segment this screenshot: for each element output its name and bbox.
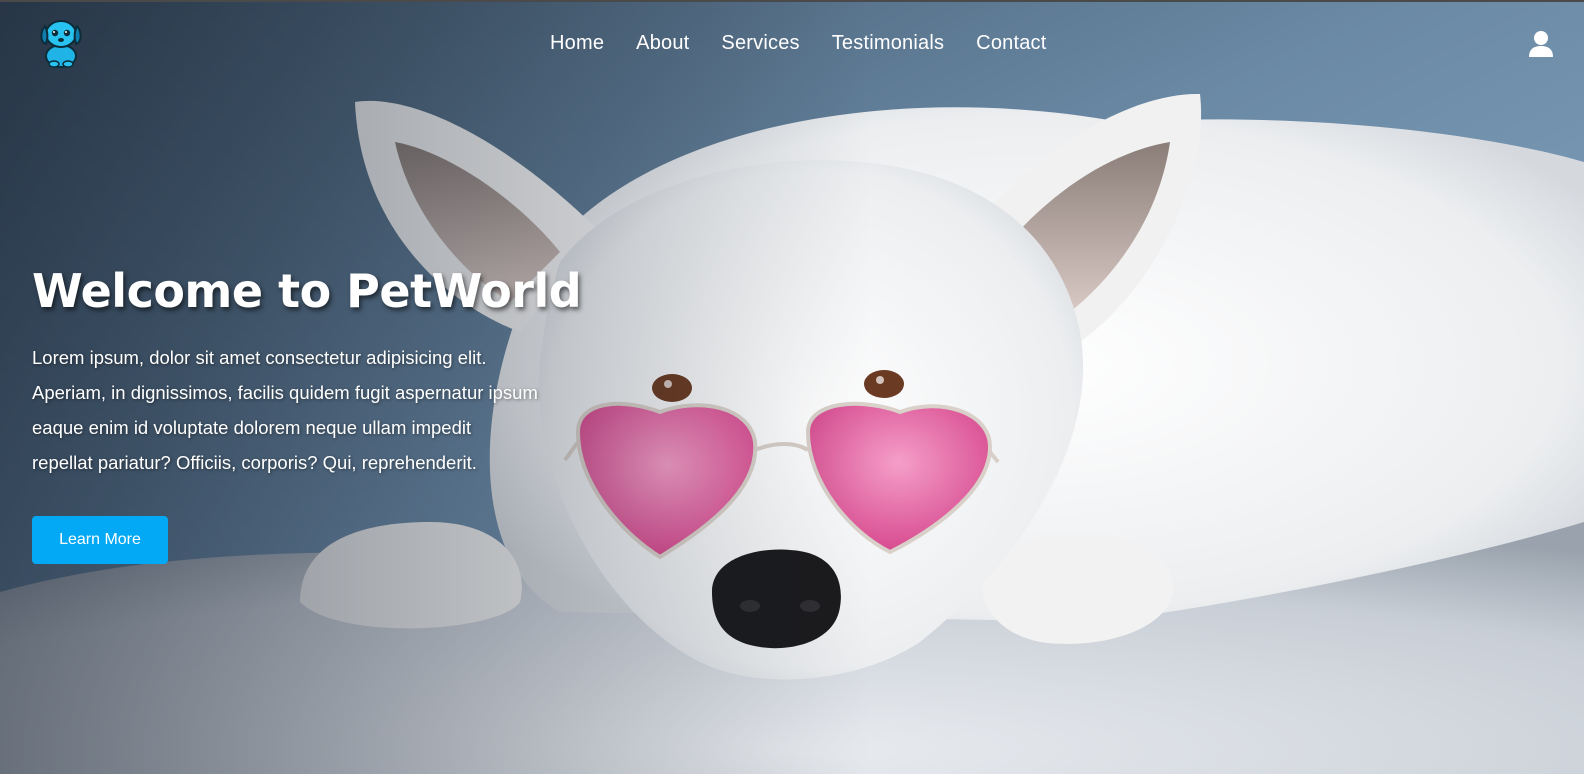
hero-content: Welcome to PetWorld Lorem ipsum, dolor s… <box>32 264 672 480</box>
top-navbar: Home About Services Testimonials Contact <box>0 2 1584 88</box>
nav-testimonials-link[interactable]: Testimonials <box>832 32 944 55</box>
hero-description-line: Lorem ipsum, dolor sit amet consectetur … <box>32 347 487 368</box>
main-nav: Home About Services Testimonials Contact <box>550 32 1079 55</box>
learn-more-button[interactable]: Learn More <box>32 516 168 564</box>
hero-title: Welcome to PetWorld <box>32 264 582 318</box>
hero-description: Lorem ipsum, dolor sit amet consectetur … <box>32 340 642 480</box>
user-icon[interactable] <box>1528 30 1554 58</box>
nav-about-link[interactable]: About <box>636 32 689 55</box>
nav-services-link[interactable]: Services <box>721 32 799 55</box>
hero-description-line: eaque enim id voluptate dolorem neque ul… <box>32 417 472 438</box>
nav-home-link[interactable]: Home <box>550 32 604 55</box>
nav-contact-link[interactable]: Contact <box>976 32 1046 55</box>
landing-page: Home About Services Testimonials Contact… <box>0 0 1584 774</box>
hero-description-line: repellat pariatur? Officiis, corporis? Q… <box>32 452 477 473</box>
puppy-logo-icon[interactable] <box>36 12 86 68</box>
hero-description-line: Aperiam, in dignissimos, facilis quidem … <box>32 382 538 403</box>
